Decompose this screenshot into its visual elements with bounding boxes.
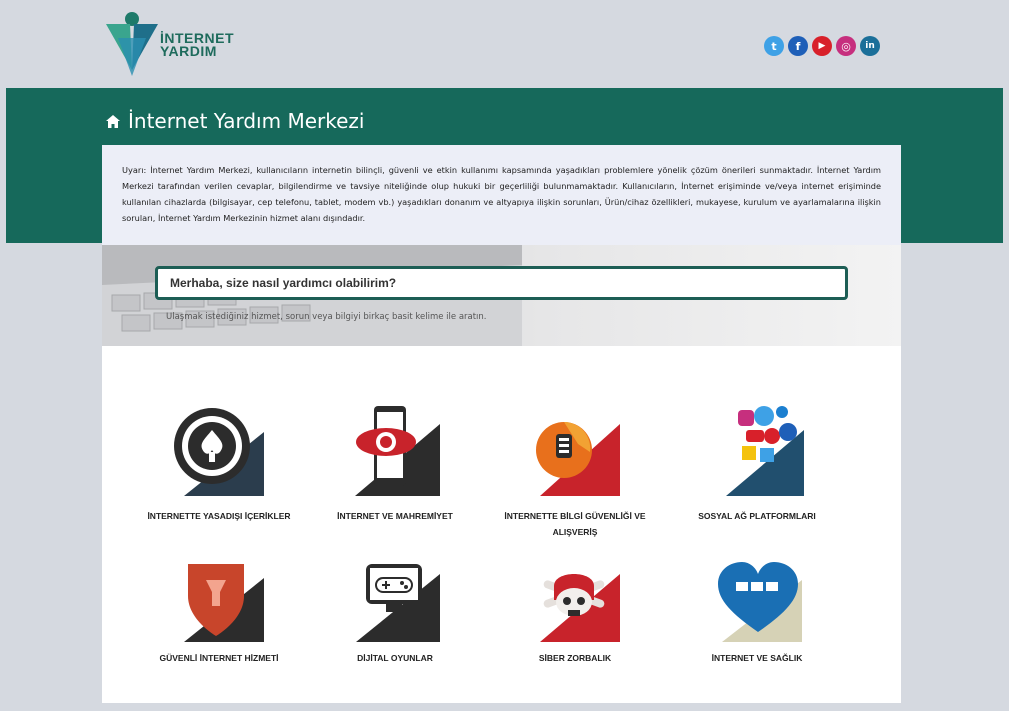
categories-grid: İNTERNETTE YASADIŞI İÇERİKLER İNTERNET V… — [102, 346, 901, 703]
category-label: SOSYAL AĞ PLATFORMLARI — [698, 511, 816, 521]
category-health[interactable]: İNTERNET VE SAĞLIK — [667, 556, 847, 666]
page-title: İnternet Yardım Merkezi — [106, 109, 364, 133]
category-security-shopping[interactable]: İNTERNETTE BİLGİ GÜVENLİĞİ VE ALIŞVERİŞ — [485, 404, 665, 540]
warning-notice: Uyarı: İnternet Yardım Merkezi, kullanıc… — [102, 145, 901, 245]
category-label: GÜVENLİ İNTERNET HİZMETİ — [159, 653, 279, 663]
category-illegal-content[interactable]: İNTERNETTE YASADIŞI İÇERİKLER — [129, 404, 309, 524]
site-logo[interactable]: İNTERNET YARDIM — [104, 10, 244, 78]
safe-internet-shield-icon — [184, 564, 264, 642]
category-cyberbullying[interactable]: SİBER ZORBALIK — [485, 556, 665, 666]
category-label: İNTERNET VE SAĞLIK — [711, 653, 803, 663]
category-social-networks[interactable]: SOSYAL AĞ PLATFORMLARI — [667, 404, 847, 524]
logo-text: İNTERNET YARDIM — [160, 30, 234, 59]
category-label: İNTERNETTE BİLGİ GÜVENLİĞİ VE ALIŞVERİŞ — [504, 511, 646, 537]
category-label: İNTERNET VE MAHREMİYET — [337, 511, 453, 521]
gamepad-icon — [356, 564, 440, 642]
social-networks-icon — [726, 406, 804, 496]
security-shopping-icon — [536, 422, 620, 496]
logo-icon — [106, 12, 158, 76]
skull-icon — [540, 574, 620, 642]
youtube-icon[interactable]: ▶ — [812, 36, 832, 56]
home-icon[interactable] — [106, 114, 120, 128]
category-label: DİJİTAL OYUNLAR — [357, 653, 433, 663]
search-section: Merhaba, size nasıl yardımcı olabilirim?… — [102, 245, 901, 346]
facebook-icon[interactable]: f — [788, 36, 808, 56]
category-safe-internet[interactable]: GÜVENLİ İNTERNET HİZMETİ — [129, 556, 309, 666]
instagram-icon[interactable]: ◎ — [836, 36, 856, 56]
illegal-content-icon — [174, 408, 264, 496]
category-label: İNTERNETTE YASADIŞI İÇERİKLER — [147, 511, 291, 521]
search-input[interactable]: Merhaba, size nasıl yardımcı olabilirim? — [155, 266, 848, 300]
privacy-eye-icon — [355, 406, 440, 496]
heart-icon — [718, 562, 802, 642]
page-title-text: İnternet Yardım Merkezi — [128, 109, 365, 133]
linkedin-icon[interactable]: in — [860, 36, 880, 56]
category-label: SİBER ZORBALIK — [538, 653, 612, 663]
social-links: t f ▶ ◎ in — [764, 36, 880, 56]
category-privacy[interactable]: İNTERNET VE MAHREMİYET — [305, 404, 485, 524]
twitter-icon[interactable]: t — [764, 36, 784, 56]
category-digital-games[interactable]: DİJİTAL OYUNLAR — [305, 556, 485, 666]
search-hint: Ulaşmak istediğiniz hizmet, sorun veya b… — [166, 312, 487, 322]
